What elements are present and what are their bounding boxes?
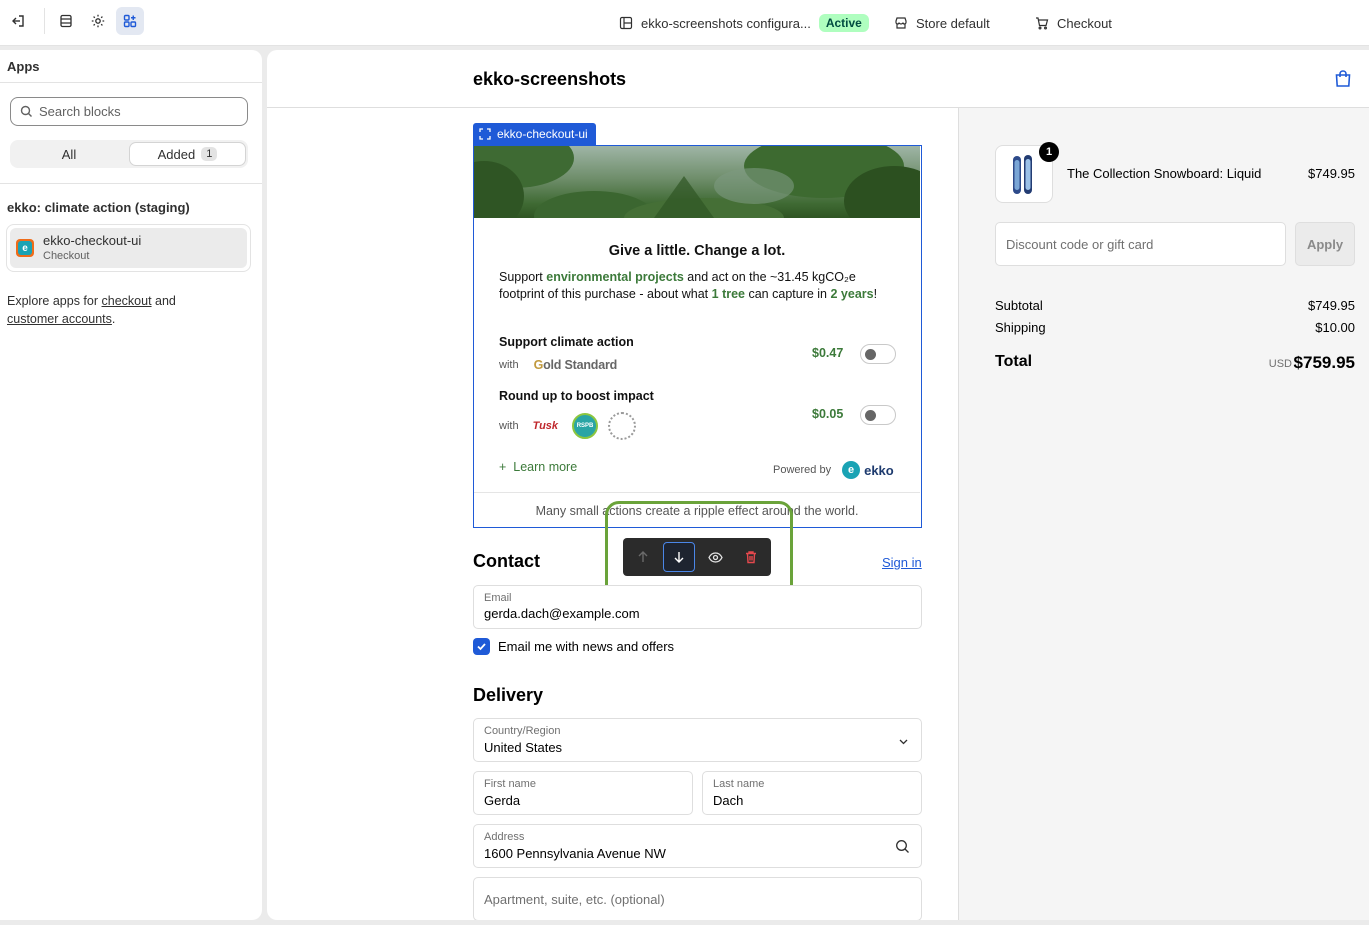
option-roundup-partners: with Tusk RSPB: [499, 412, 637, 440]
learn-more-link[interactable]: + Learn more: [499, 460, 577, 474]
apply-button[interactable]: Apply: [1295, 222, 1355, 266]
option-climate-title: Support climate action: [499, 335, 634, 349]
block-name: ekko-checkout-ui: [43, 233, 142, 248]
partner-logo-placeholder: [608, 412, 637, 440]
customer-accounts-link[interactable]: customer accounts: [7, 312, 112, 326]
subtotal-row: Subtotal $749.95: [995, 298, 1355, 313]
gold-standard-logo: Gold Standard: [533, 358, 618, 372]
topbar-divider: [44, 8, 45, 34]
block-target: Checkout: [43, 250, 90, 262]
apps-sidebar: Apps All Added 1 ekko: climate action (s…: [0, 50, 262, 920]
explore-apps-text: Explore apps for checkout and customer a…: [7, 294, 176, 326]
shop-header: ekko-screenshots: [267, 50, 1369, 108]
shop-title: ekko-screenshots: [473, 69, 627, 89]
search-input[interactable]: [39, 104, 229, 119]
widget-headline: Give a little. Change a lot.: [608, 243, 786, 259]
product-price: $749.95: [1308, 166, 1355, 181]
store-icon: [895, 17, 907, 29]
widget-description: Support environmental projects and act o…: [499, 270, 878, 301]
divider: [474, 492, 920, 493]
added-count-badge: 1: [201, 147, 218, 161]
page-label: Checkout: [1057, 15, 1112, 31]
first-name-field[interactable]: First name Gerda: [473, 771, 693, 815]
search-icon: [896, 840, 909, 853]
option-climate-partner: with Gold Standard: [499, 358, 618, 372]
configuration-name: ekko-screenshots configura...: [641, 15, 811, 31]
ekko-checkout-widget[interactable]: Give a little. Change a lot. Support env…: [473, 145, 922, 528]
discount-input[interactable]: [1006, 236, 1266, 252]
sidebar-title: Apps: [7, 59, 40, 74]
apps-icon[interactable]: [116, 7, 144, 35]
apartment-field[interactable]: Apartment, suite, etc. (optional): [473, 877, 922, 920]
exit-icon[interactable]: [4, 7, 32, 35]
address-field[interactable]: Address 1600 Pennsylvania Avenue NW: [473, 824, 922, 868]
status-badge: Active: [818, 14, 869, 32]
round-up-toggle[interactable]: [860, 405, 896, 425]
product-name: The Collection Snowboard: Liquid: [1067, 166, 1262, 181]
sections-icon[interactable]: [52, 7, 80, 35]
delivery-heading: Delivery: [473, 685, 544, 705]
store-selector[interactable]: Store default: [894, 13, 990, 33]
powered-by-ekko: Powered by e ekko: [773, 461, 894, 479]
page-selector[interactable]: Checkout: [1035, 13, 1112, 33]
shipping-row: Shipping $10.00: [995, 320, 1355, 335]
last-name-field[interactable]: Last name Dach: [702, 771, 922, 815]
app-block-item[interactable]: e ekko-checkout-ui Checkout: [6, 224, 251, 272]
configuration-selector[interactable]: ekko-screenshots configura... Active: [619, 13, 869, 33]
country-select[interactable]: Country/Region United States: [473, 718, 922, 762]
filter-added-tab[interactable]: Added 1: [129, 142, 246, 166]
filter-added-label: Added: [157, 146, 196, 162]
contact-heading: Contact: [473, 551, 540, 571]
quantity-badge: 1: [1039, 142, 1059, 162]
filter-all-tab[interactable]: All: [10, 140, 128, 168]
tusk-logo: Tusk: [532, 420, 559, 432]
editor-topbar: ekko-screenshots configura... Active Sto…: [0, 0, 1369, 46]
ekko-wordmark: ekko: [864, 462, 894, 478]
order-summary: 1 The Collection Snowboard: Liquid $749.…: [958, 108, 1369, 920]
subtotal-value: $749.95: [1308, 298, 1355, 313]
ekko-app-icon: e: [16, 239, 34, 257]
rspb-logo: RSPB: [572, 413, 599, 439]
email-field[interactable]: Email gerda.dach@example.com: [473, 585, 922, 629]
app-group-title: ekko: climate action (staging): [7, 200, 190, 215]
search-icon: [20, 105, 32, 117]
discount-field[interactable]: [995, 222, 1286, 266]
forest-banner-image: [474, 146, 920, 218]
check-icon: [477, 643, 486, 651]
ekko-logo-icon: e: [842, 461, 861, 479]
layout-icon: [619, 16, 633, 30]
checkout-preview: ekko-screenshots 1 The Collection Snowbo…: [267, 50, 1369, 920]
climate-action-toggle[interactable]: [860, 344, 896, 364]
total-value: $759.95: [1293, 353, 1355, 372]
filter-segmented-control: All Added 1: [10, 140, 248, 168]
email-value: gerda.dach@example.com: [484, 606, 640, 621]
cart-icon: [1036, 17, 1049, 30]
option-climate-price: $0.47: [812, 346, 844, 360]
divider: [0, 183, 262, 184]
environmental-projects-link[interactable]: environmental projects: [546, 270, 684, 284]
option-roundup-price: $0.05: [812, 407, 844, 421]
gear-icon[interactable]: [84, 7, 112, 35]
divider: [0, 82, 262, 83]
currency-code: USD: [1268, 358, 1292, 370]
selection-icon: [479, 128, 491, 140]
option-roundup-title: Round up to boost impact: [499, 389, 654, 403]
shipping-value: $10.00: [1315, 320, 1355, 335]
store-label: Store default: [916, 15, 990, 31]
checkout-apps-link[interactable]: checkout: [102, 294, 152, 308]
newsletter-checkbox[interactable]: [473, 638, 490, 655]
search-box[interactable]: [10, 97, 248, 126]
chevron-down-icon: [899, 739, 908, 745]
sign-in-link[interactable]: Sign in: [882, 555, 922, 570]
shopping-bag-icon[interactable]: [1333, 69, 1353, 89]
total-row: Total USD $759.95: [995, 353, 1355, 372]
selected-block-label[interactable]: ekko-checkout-ui: [473, 123, 596, 145]
newsletter-label: Email me with news and offers: [498, 639, 675, 654]
